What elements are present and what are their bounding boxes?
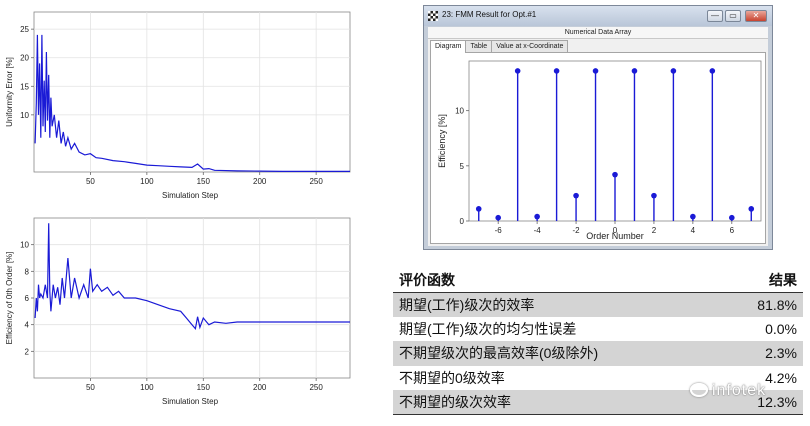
x-tick-label: 6 [730, 226, 735, 235]
window-client: Numerical Data Array Diagram Table Value… [428, 27, 768, 246]
y-tick-label: 8 [25, 267, 30, 276]
x-axis-label: Simulation Step [162, 397, 219, 406]
header-value: 结果 [722, 268, 803, 293]
y-tick-label: 20 [20, 54, 29, 63]
y-tick-label: 10 [455, 107, 464, 116]
table-row: 期望(工作)级次的效率 81.8% [393, 292, 803, 317]
order-efficiency-stem-chart: -6 -4 -2 0 2 4 60510 Order Number Efficiency [… [437, 60, 762, 241]
x-tick-label: 50 [86, 383, 95, 392]
x-tick-label: 2 [652, 226, 657, 235]
table-header-row: 评价函数 结果 [393, 268, 803, 293]
x-tick-label: 4 [691, 226, 696, 235]
x-tick-label: 200 [253, 177, 267, 186]
y-tick-label: 6 [25, 294, 30, 303]
window-titlebar[interactable]: 23: FMM Result for Opt.#1 — ▭ ✕ [424, 6, 772, 26]
y-tick-label: 10 [20, 241, 29, 250]
table-row: 不期望级次的最高效率(0级除外) 2.3% [393, 341, 803, 366]
section-label: Numerical Data Array [428, 27, 768, 39]
data-point [631, 68, 638, 74]
row-name: 不期望的0级效率 [399, 369, 505, 386]
y-axis-label: Efficiency [%] [437, 114, 447, 168]
x-tick-label: -2 [573, 226, 581, 235]
data-point [748, 206, 755, 212]
row-name: 期望(工作)级次的均匀性误差 [399, 320, 577, 337]
y-tick-label: 15 [20, 82, 29, 91]
x-tick-label: 100 [140, 177, 154, 186]
x-tick-label: 150 [197, 177, 211, 186]
restore-button[interactable]: ▭ [725, 10, 741, 22]
y-tick-label: 4 [25, 321, 30, 330]
row-value: 81.8% [722, 292, 803, 317]
x-tick-label: -6 [495, 226, 503, 235]
data-point [690, 213, 696, 220]
data-point [592, 68, 599, 74]
window-title: 23: FMM Result for Opt.#1 [442, 10, 537, 19]
x-tick-label: 100 [140, 383, 154, 392]
row-value: 2.3% [722, 341, 803, 366]
x-tick-label: 150 [197, 383, 211, 392]
x-tick-label: 200 [253, 383, 267, 392]
data-point [475, 206, 482, 212]
watermark: infotek [690, 382, 766, 400]
row-value: 0.0% [765, 320, 797, 337]
data-point [534, 213, 540, 220]
diagram-panel: -6 -4 -2 0 2 4 6 0 5 10 Order Number Efficiency [… [430, 52, 766, 244]
tab-diagram[interactable]: Diagram [430, 40, 467, 53]
x-axis-label: Simulation Step [162, 191, 219, 200]
x-tick-label: 250 [309, 177, 323, 186]
close-button[interactable]: ✕ [745, 10, 767, 22]
header-name: 评价函数 [393, 268, 723, 293]
uniformity-error-chart: 50 100 150 200 250 10 15 20 25 Simulation Step U… [5, 11, 351, 200]
data-point [729, 214, 735, 221]
row-name: 不期望的级次效率 [393, 390, 723, 415]
y-tick-label: 0 [460, 217, 465, 226]
y-tick-label: 5 [460, 162, 465, 171]
wechat-icon [690, 383, 708, 397]
data-point [495, 214, 501, 221]
checkered-flag-icon [428, 11, 438, 21]
x-tick-label: -4 [534, 226, 542, 235]
table-row: 期望(工作)级次的均匀性误差 0.0% [393, 317, 803, 342]
data-point [670, 68, 677, 74]
zeroth-order-efficiency-chart: 50 100 150 200 250 2 4 6 8 10 Simulation Step Eff… [5, 217, 351, 406]
data-point [612, 171, 618, 178]
minimize-button[interactable]: — [707, 10, 723, 22]
y-tick-label: 10 [20, 111, 29, 120]
data-point [514, 68, 521, 74]
row-name: 不期望级次的最高效率(0级除外) [393, 341, 723, 366]
x-tick-label: 50 [86, 177, 95, 186]
y-axis-label: Efficiency of 0th Order [%] [5, 252, 14, 345]
data-point [573, 192, 579, 199]
row-name: 期望(工作)级次的效率 [393, 292, 723, 317]
fmm-result-window: 23: FMM Result for Opt.#1 — ▭ ✕ Numerica… [423, 5, 773, 250]
x-axis-label: Order Number [586, 231, 644, 241]
watermark-text: infotek [712, 382, 767, 399]
data-point [651, 192, 657, 199]
plot-area [33, 11, 351, 173]
data-point [553, 68, 560, 74]
data-point [709, 68, 716, 74]
y-axis-label: Uniformity Error [%] [5, 57, 14, 127]
x-tick-label: 250 [309, 383, 323, 392]
y-tick-label: 2 [25, 347, 30, 356]
y-tick-label: 25 [20, 25, 29, 34]
